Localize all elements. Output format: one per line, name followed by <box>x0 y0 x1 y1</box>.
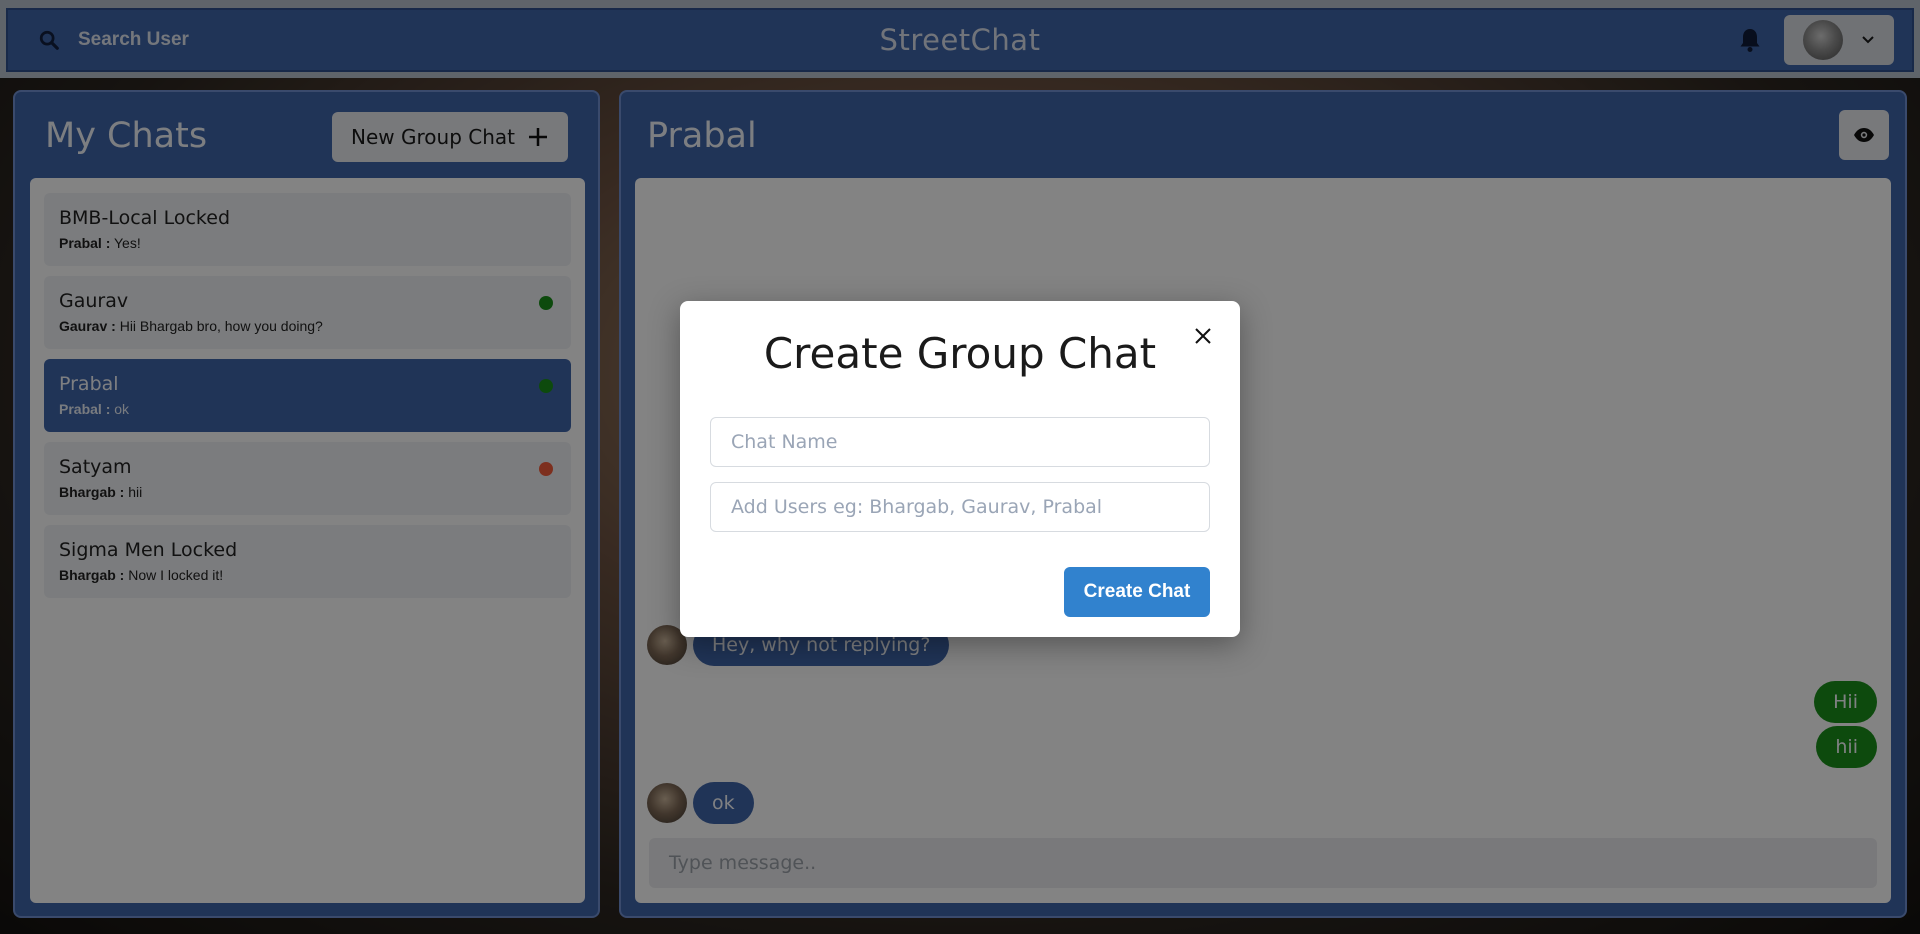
create-group-chat-modal: Create Group Chat Create Chat <box>680 301 1240 637</box>
modal-title: Create Group Chat <box>763 329 1157 378</box>
create-chat-button[interactable]: Create Chat <box>1064 567 1210 617</box>
chat-name-input[interactable] <box>710 417 1210 467</box>
close-modal-button[interactable] <box>1188 321 1218 351</box>
close-icon <box>1195 328 1211 344</box>
add-users-input[interactable] <box>710 482 1210 532</box>
